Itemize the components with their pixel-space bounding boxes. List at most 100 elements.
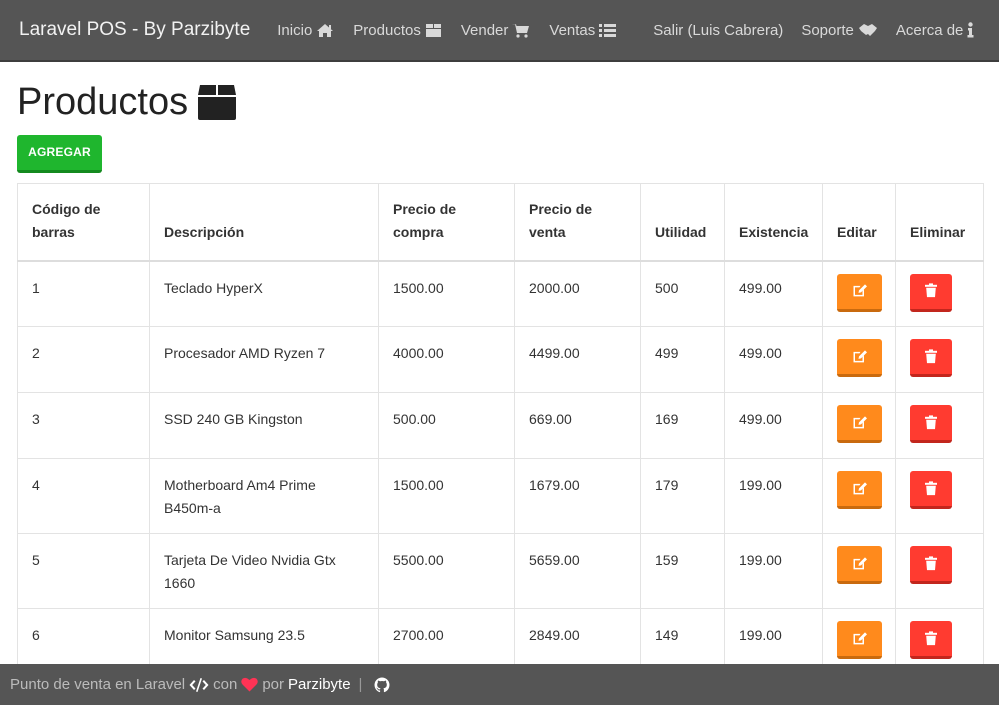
navbar: Laravel POS - By Parzibyte Inicio Produc…	[0, 0, 999, 62]
cell-delete	[895, 458, 984, 534]
header-barcode: Código de barras	[17, 183, 150, 261]
list-icon	[599, 24, 617, 37]
cell-delete	[895, 533, 984, 609]
info-icon	[967, 22, 974, 38]
cell-buy-price: 5500.00	[378, 533, 515, 609]
cell-description: SSD 240 GB Kingston	[149, 392, 379, 459]
nav-inicio-label: Inicio	[277, 21, 313, 39]
edit-icon	[853, 284, 867, 297]
cell-buy-price: 1500.00	[378, 458, 515, 534]
edit-icon	[853, 631, 867, 644]
edit-button[interactable]	[837, 339, 882, 377]
handshake-icon	[858, 24, 877, 36]
cell-sell-price: 2000.00	[514, 260, 641, 327]
trash-icon	[925, 283, 937, 298]
home-icon	[317, 23, 334, 37]
table-row: 2 Procesador AMD Ryzen 7 4000.00 4499.00…	[17, 326, 984, 393]
nav-right: Salir (Luis Cabrera) Soporte Acerca de	[635, 22, 974, 39]
page-title: Productos	[17, 81, 983, 123]
nav-vender[interactable]: Vender	[461, 22, 531, 39]
nav-acerca[interactable]: Acerca de	[896, 22, 975, 39]
edit-icon	[853, 349, 867, 362]
cell-description: Teclado HyperX	[149, 260, 379, 327]
cart-icon	[512, 23, 530, 38]
cell-code: 4	[17, 458, 150, 534]
footer-separator: |	[358, 676, 363, 693]
footer-text-3: por	[262, 676, 285, 693]
cell-code: 1	[17, 260, 150, 327]
cell-stock: 499.00	[724, 326, 823, 393]
delete-button[interactable]	[910, 273, 952, 312]
footer-author-link[interactable]: Parzibyte	[288, 676, 351, 693]
cell-code: 2	[17, 326, 150, 393]
cell-stock: 199.00	[724, 533, 823, 609]
nav-ventas[interactable]: Ventas	[549, 21, 617, 39]
delete-button[interactable]	[910, 471, 952, 509]
delete-button[interactable]	[910, 546, 952, 584]
cell-code: 3	[17, 392, 150, 459]
cell-stock: 499.00	[724, 392, 823, 459]
cell-sell-price: 4499.00	[514, 326, 641, 393]
cell-profit: 500	[640, 260, 725, 327]
cell-profit: 499	[640, 326, 725, 393]
header-sell-price: Precio de venta	[514, 183, 641, 261]
cell-edit	[822, 326, 896, 393]
trash-icon	[925, 348, 937, 363]
code-icon	[189, 677, 209, 692]
nav-productos[interactable]: Productos	[353, 22, 442, 39]
header-description: Descripción	[149, 183, 379, 261]
header-stock: Existencia	[724, 183, 823, 261]
edit-button[interactable]	[837, 405, 882, 443]
cell-profit: 179	[640, 458, 725, 534]
cell-description: Tarjeta De Video Nvidia Gtx 1660	[149, 533, 379, 609]
box-icon	[198, 85, 237, 120]
nav-inicio[interactable]: Inicio	[277, 22, 334, 39]
header-delete: Eliminar	[895, 183, 984, 261]
cell-edit	[822, 533, 896, 609]
header-profit: Utilidad	[640, 183, 725, 261]
nav-soporte[interactable]: Soporte	[801, 22, 878, 39]
cell-buy-price: 4000.00	[378, 326, 515, 393]
cell-code: 5	[17, 533, 150, 609]
nav-productos-label: Productos	[353, 21, 421, 39]
footer-text-1: Punto de venta en Laravel	[10, 676, 186, 693]
brand-link[interactable]: Laravel POS - By Parzibyte	[19, 19, 250, 41]
trash-icon	[925, 555, 937, 570]
edit-button[interactable]	[837, 621, 882, 659]
edit-button[interactable]	[837, 471, 882, 509]
add-product-button[interactable]: AGREGAR	[17, 135, 102, 173]
nav-salir-label: Salir (Luis Cabrera)	[653, 21, 784, 39]
nav-ventas-label: Ventas	[549, 21, 596, 39]
cell-delete	[895, 326, 984, 393]
cell-sell-price: 669.00	[514, 392, 641, 459]
delete-button[interactable]	[910, 405, 952, 443]
cell-sell-price: 1679.00	[514, 458, 641, 534]
box-icon	[425, 23, 441, 37]
nav-left: Inicio Productos Vender Ventas	[277, 22, 635, 39]
edit-icon	[853, 481, 867, 494]
trash-icon	[925, 480, 937, 495]
table-row: 5 Tarjeta De Video Nvidia Gtx 1660 5500.…	[17, 533, 984, 609]
edit-button[interactable]	[837, 546, 882, 584]
edit-button[interactable]	[837, 273, 882, 312]
main-content: Productos AGREGAR Código de barras Descri…	[17, 64, 984, 684]
cell-delete	[895, 260, 984, 327]
trash-icon	[925, 630, 937, 645]
heart-icon	[241, 677, 259, 692]
cell-sell-price: 5659.00	[514, 533, 641, 609]
nav-acerca-label: Acerca de	[895, 21, 964, 39]
cell-description: Procesador AMD Ryzen 7	[149, 326, 379, 393]
nav-salir[interactable]: Salir (Luis Cabrera)	[653, 22, 783, 39]
table-row: 1 Teclado HyperX 1500.00 2000.00 500 499…	[17, 260, 984, 327]
table-row: 3 SSD 240 GB Kingston 500.00 669.00 169 …	[17, 392, 984, 459]
footer-text-2: con	[213, 676, 238, 693]
nav-soporte-label: Soporte	[801, 21, 854, 39]
products-table: Código de barras Descripción Precio de com…	[17, 183, 984, 684]
delete-button[interactable]	[910, 621, 952, 659]
cell-edit	[822, 392, 896, 459]
delete-button[interactable]	[910, 339, 952, 377]
cell-stock: 199.00	[724, 458, 823, 534]
page-title-text: Productos	[17, 80, 189, 123]
github-icon[interactable]	[374, 677, 390, 693]
cell-edit	[822, 458, 896, 534]
